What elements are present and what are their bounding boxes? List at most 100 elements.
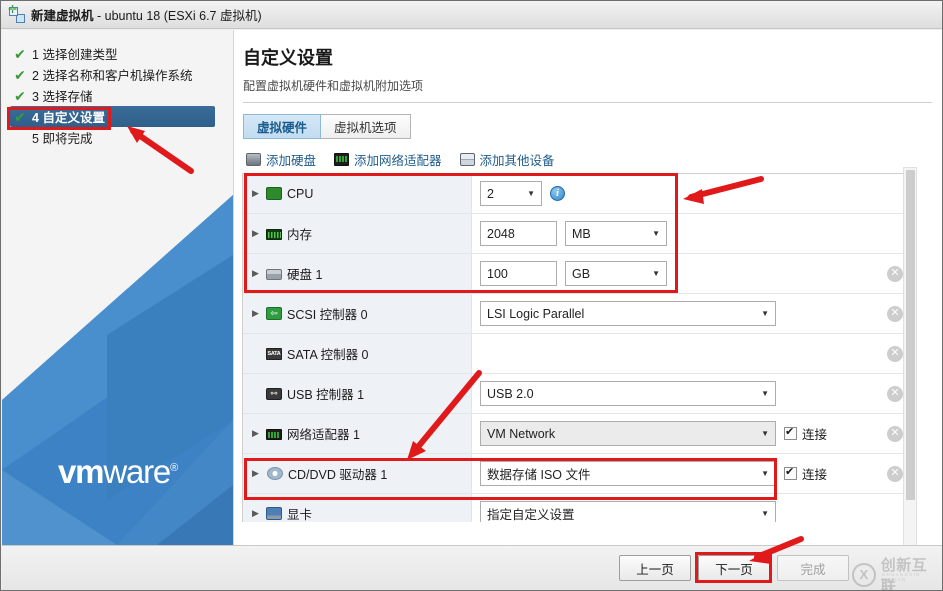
- chevron-right-icon[interactable]: ▶: [252, 189, 261, 198]
- device-row-scsi-controller-0[interactable]: ▶ ⇦ SCSI 控制器 0 LSI Logic Parallel ▼ ✕: [243, 294, 913, 334]
- scsi-controller-type-select[interactable]: LSI Logic Parallel ▼: [480, 301, 776, 326]
- virtual-hardware-device-table: ▶ CPU 2 ▼ i ✕ ▶ 内存 2048: [242, 173, 914, 522]
- memory-unit-select[interactable]: MB ▼: [565, 221, 667, 246]
- device-row-network-adapter-1[interactable]: ▶ 网络适配器 1 VM Network ▼ 连接 ✕: [243, 414, 913, 454]
- remove-device-button[interactable]: ✕: [887, 425, 903, 442]
- chevron-down-icon: ▼: [761, 309, 769, 318]
- device-control-scsi-controller-0: LSI Logic Parallel ▼: [472, 301, 887, 326]
- device-label-network-adapter-1: ▶ 网络适配器 1: [243, 414, 472, 453]
- sidebar-step-5[interactable]: 5 即将完成: [10, 127, 233, 148]
- window-title-bar: ✛ 新建虚拟机 - ubuntu 18 (ESXi 6.7 虚拟机): [1, 1, 942, 29]
- sidebar-step-3[interactable]: ✔ 3 选择存储: [10, 85, 233, 106]
- chevron-right-icon[interactable]: ▶: [252, 229, 261, 238]
- sata-controller-icon: SATA: [266, 347, 282, 360]
- wizard-sidebar: ✔ 1 选择创建类型 ✔ 2 选择名称和客户机操作系统 ✔ 3 选择存储 ✔ 4…: [2, 30, 233, 545]
- previous-page-button[interactable]: 上一页: [619, 555, 691, 581]
- vmware-logo-bold: vm: [58, 453, 105, 490]
- check-icon: ✔: [14, 108, 26, 125]
- scrollbar-thumb[interactable]: [906, 170, 915, 500]
- device-name-usb-controller-1: USB 控制器 1: [287, 388, 365, 402]
- memory-size-input[interactable]: 2048: [480, 221, 557, 246]
- device-row-memory[interactable]: ▶ 内存 2048 MB ▼ ✕: [243, 214, 913, 254]
- chevron-right-icon[interactable]: ▶: [252, 309, 261, 318]
- cpu-count-select[interactable]: 2 ▼: [480, 181, 542, 206]
- chevron-right-icon[interactable]: ▶: [252, 469, 261, 478]
- device-control-cd-dvd-drive-1: 数据存储 ISO 文件 ▼ 连接: [472, 461, 887, 486]
- network-value: VM Network: [487, 426, 556, 441]
- other-device-icon: [459, 152, 475, 166]
- device-label-cd-dvd-drive-1: ▶ CD/DVD 驱动器 1: [243, 454, 472, 493]
- vmware-logo-regular: ware: [103, 453, 171, 490]
- network-adapter-icon: [334, 153, 350, 166]
- wizard-step-list: ✔ 1 选择创建类型 ✔ 2 选择名称和客户机操作系统 ✔ 3 选择存储 ✔ 4…: [2, 30, 233, 148]
- device-name-sata-controller-0: SATA 控制器 0: [287, 348, 369, 362]
- device-row-hard-disk-1[interactable]: ▶ 硬盘 1 100 GB ▼ ✕: [243, 254, 913, 294]
- new-vm-icon: ✛: [8, 4, 25, 23]
- network-select[interactable]: VM Network ▼: [480, 421, 776, 446]
- disk-size-input[interactable]: 100: [480, 261, 557, 286]
- device-label-sata-controller-0: ▶ SATA SATA 控制器 0: [243, 334, 472, 373]
- next-page-button[interactable]: 下一页: [698, 555, 770, 581]
- device-row-video-card[interactable]: ▶ 显卡 指定自定义设置 ▼ ✕: [243, 494, 913, 522]
- disk-unit-value: GB: [572, 266, 591, 281]
- sidebar-step-4[interactable]: ✔ 4 自定义设置: [10, 106, 215, 127]
- sidebar-step-4-label: 4 自定义设置: [32, 111, 105, 125]
- watermark-logo-icon: X: [852, 563, 876, 587]
- vmware-logo: vmware®: [2, 453, 233, 491]
- watermark-subtext: CHUANGXIN HULIAN: [882, 572, 921, 582]
- window-title-rest: - ubuntu 18 (ESXi 6.7 虚拟机): [93, 9, 262, 23]
- tab-virtual-hardware[interactable]: 虚拟硬件: [243, 114, 322, 139]
- device-name-hard-disk-1: 硬盘 1: [287, 268, 323, 282]
- memory-icon: [266, 228, 282, 240]
- finish-button: 完成: [777, 555, 849, 581]
- hard-disk-icon: [246, 153, 261, 166]
- cd-dvd-connect-label: 连接: [802, 468, 828, 482]
- chevron-right-icon[interactable]: ▶: [252, 429, 261, 438]
- device-control-memory: 2048 MB ▼: [472, 221, 887, 246]
- page-title: 自定义设置: [243, 48, 333, 68]
- sidebar-step-2[interactable]: ✔ 2 选择名称和客户机操作系统: [10, 64, 233, 85]
- chevron-down-icon: ▼: [761, 509, 769, 518]
- remove-device-button[interactable]: ✕: [887, 385, 903, 402]
- cd-dvd-connect-checkbox[interactable]: [784, 466, 797, 480]
- device-toolbar: 添加硬盘 添加网络适配器 添加其他设备: [246, 149, 942, 169]
- page-subtitle: 配置虚拟机硬件和虚拟机附加选项: [243, 79, 424, 93]
- scsi-controller-icon: ⇦: [266, 307, 282, 320]
- scsi-controller-type-value: LSI Logic Parallel: [487, 306, 585, 321]
- remove-device-button[interactable]: ✕: [887, 265, 903, 282]
- usb-version-select[interactable]: USB 2.0 ▼: [480, 381, 776, 406]
- remove-device-button[interactable]: ✕: [887, 305, 903, 322]
- video-settings-select[interactable]: 指定自定义设置 ▼: [480, 501, 776, 522]
- device-name-cpu: CPU: [287, 186, 314, 201]
- chevron-right-icon[interactable]: ▶: [252, 509, 261, 518]
- device-table-scrollbar[interactable]: [903, 167, 917, 546]
- device-row-usb-controller-1[interactable]: ▶ ⚯ USB 控制器 1 USB 2.0 ▼ ✕: [243, 374, 913, 414]
- sidebar-step-1[interactable]: ✔ 1 选择创建类型: [10, 43, 233, 64]
- device-label-video-card: ▶ 显卡: [243, 494, 472, 522]
- chevron-down-icon: ▼: [527, 189, 535, 198]
- device-row-cpu[interactable]: ▶ CPU 2 ▼ i ✕: [243, 174, 913, 214]
- remove-device-button[interactable]: ✕: [887, 345, 903, 362]
- device-label-scsi-controller-0: ▶ ⇦ SCSI 控制器 0: [243, 294, 472, 333]
- tab-vm-options[interactable]: 虚拟机选项: [321, 114, 411, 139]
- hard-disk-icon: [266, 268, 282, 280]
- info-icon[interactable]: i: [550, 186, 565, 201]
- chevron-down-icon: ▼: [761, 429, 769, 438]
- cpu-count-value: 2: [487, 186, 494, 201]
- network-connect-group: 连接: [784, 424, 827, 443]
- device-row-sata-controller-0[interactable]: ▶ SATA SATA 控制器 0 ✕: [243, 334, 913, 374]
- usb-controller-icon: ⚯: [266, 387, 282, 400]
- remove-device-button[interactable]: ✕: [887, 465, 903, 482]
- disk-unit-select[interactable]: GB ▼: [565, 261, 667, 286]
- chevron-right-icon[interactable]: ▶: [252, 269, 261, 278]
- add-network-adapter-button[interactable]: 添加网络适配器: [334, 150, 442, 169]
- network-adapter-icon: [266, 428, 282, 440]
- chevron-down-icon: ▼: [761, 389, 769, 398]
- cd-dvd-source-select[interactable]: 数据存储 ISO 文件 ▼: [480, 461, 776, 486]
- chevron-down-icon: ▼: [652, 229, 660, 238]
- device-row-cd-dvd-drive-1[interactable]: ▶ CD/DVD 驱动器 1 数据存储 ISO 文件 ▼ 连接 ✕: [243, 454, 913, 494]
- add-other-device-button[interactable]: 添加其他设备: [459, 150, 555, 169]
- device-label-cpu: ▶ CPU: [243, 174, 472, 213]
- add-hard-disk-button[interactable]: 添加硬盘: [246, 150, 316, 169]
- network-connect-checkbox[interactable]: [784, 426, 797, 440]
